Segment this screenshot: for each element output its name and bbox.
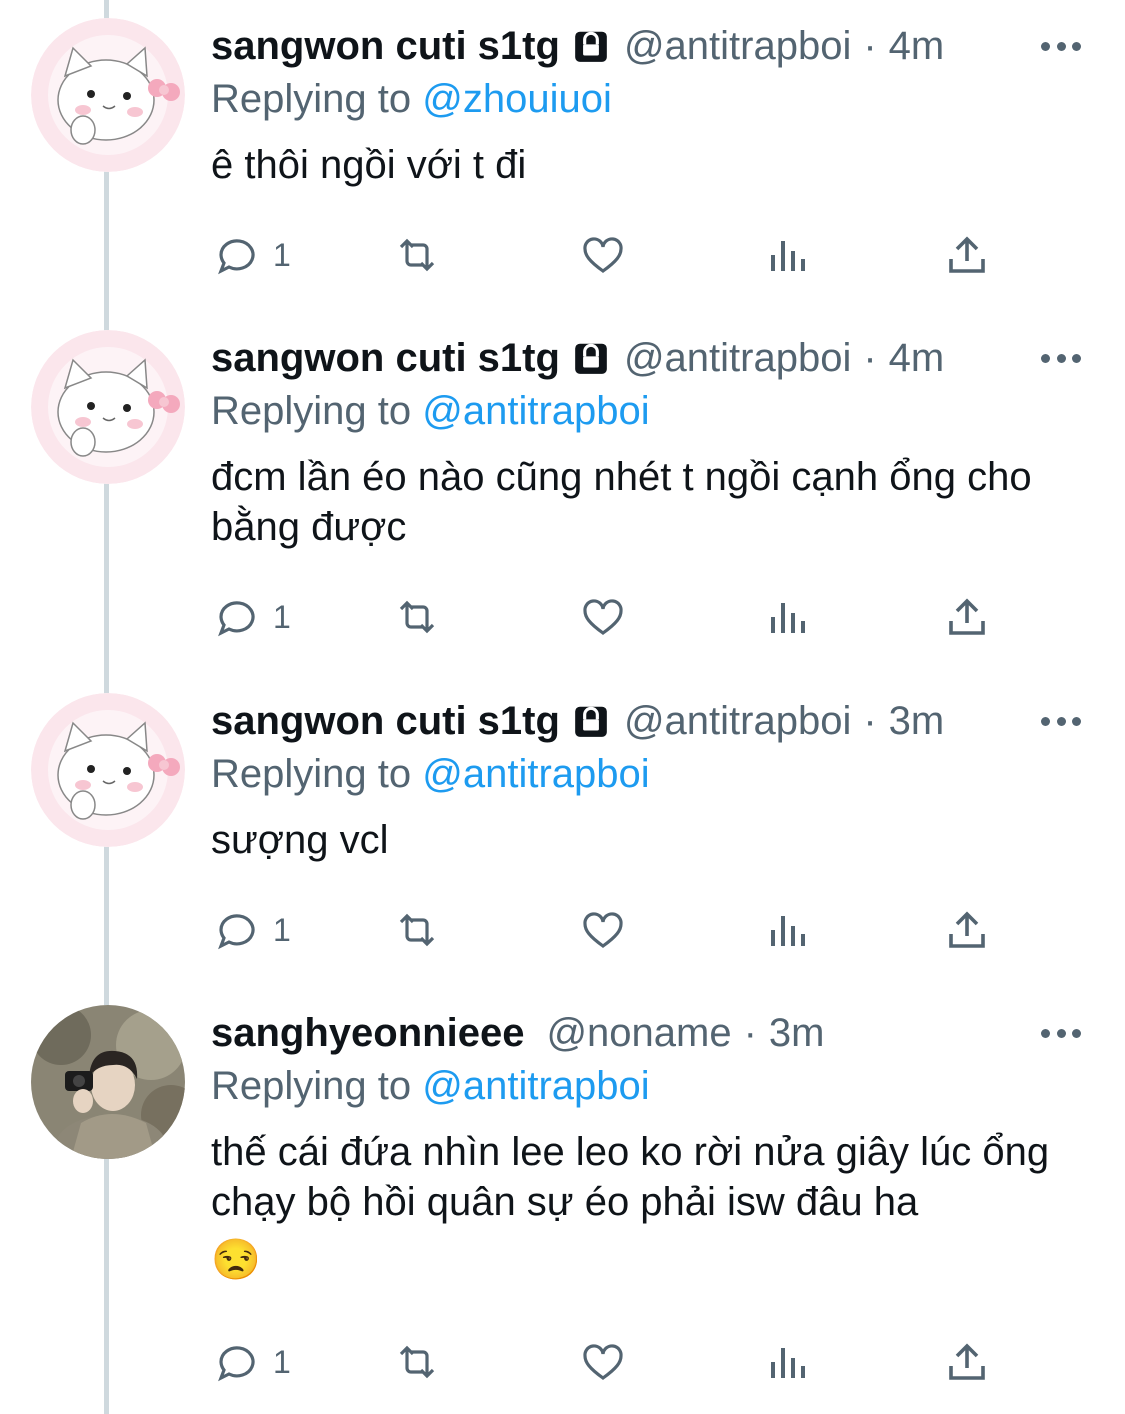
retweet-icon bbox=[399, 600, 435, 634]
lock-icon bbox=[575, 343, 607, 374]
share-icon bbox=[949, 1343, 985, 1380]
reply-count: 1 bbox=[273, 911, 291, 948]
like-icon bbox=[583, 237, 623, 273]
like-icon bbox=[583, 599, 623, 635]
replying-to: Replying to @antitrapboi bbox=[211, 1061, 1085, 1111]
reply-icon bbox=[218, 1346, 255, 1382]
avatar[interactable] bbox=[31, 1005, 185, 1159]
display-name[interactable]: sangwon cuti s1tg bbox=[211, 699, 560, 744]
retweet-icon bbox=[399, 238, 435, 272]
timestamp[interactable]: 3m bbox=[889, 699, 945, 744]
avatar[interactable] bbox=[31, 18, 185, 172]
tweet-actions: 1 bbox=[213, 230, 1003, 280]
retweet-icon bbox=[399, 913, 435, 947]
more-icon[interactable] bbox=[1041, 703, 1081, 739]
views-button[interactable] bbox=[763, 1337, 811, 1387]
reply-button[interactable]: 1 bbox=[213, 230, 291, 280]
more-icon[interactable] bbox=[1041, 340, 1081, 376]
avatar[interactable] bbox=[31, 330, 185, 484]
views-button[interactable] bbox=[763, 592, 811, 642]
timestamp[interactable]: 3m bbox=[769, 1011, 825, 1056]
reply-icon bbox=[218, 601, 255, 637]
separator-dot: · bbox=[863, 335, 877, 380]
separator-dot: · bbox=[743, 1010, 757, 1055]
tweet-text: ê thôi ngồi với t đi bbox=[211, 143, 527, 187]
more-icon[interactable] bbox=[1041, 28, 1081, 64]
views-button[interactable] bbox=[763, 230, 811, 280]
reply-count: 1 bbox=[273, 1343, 291, 1380]
views-icon bbox=[771, 1348, 805, 1378]
reply-icon bbox=[218, 239, 255, 275]
replying-to-label: Replying to bbox=[211, 1064, 412, 1108]
replying-to: Replying to @zhouiuoi bbox=[211, 74, 1085, 124]
user-handle[interactable]: @antitrapboi bbox=[624, 24, 851, 69]
timestamp[interactable]: 4m bbox=[889, 24, 945, 69]
tweet-text: sượng vcl bbox=[211, 818, 389, 862]
tweet-actions: 1 bbox=[213, 1337, 1003, 1387]
retweet-button[interactable] bbox=[393, 230, 441, 280]
reply-button[interactable]: 1 bbox=[213, 1337, 291, 1387]
mention-link[interactable]: @antitrapboi bbox=[422, 389, 649, 433]
lock-icon bbox=[575, 706, 607, 737]
retweet-button[interactable] bbox=[393, 905, 441, 955]
share-button[interactable] bbox=[943, 592, 991, 642]
more-icon[interactable] bbox=[1041, 1015, 1081, 1051]
tweet-actions: 1 bbox=[213, 905, 1003, 955]
emoji: 😒 bbox=[211, 1238, 261, 1282]
display-name[interactable]: sanghyeonnieee bbox=[211, 1011, 524, 1056]
share-button[interactable] bbox=[943, 230, 991, 280]
lock-icon bbox=[575, 31, 607, 62]
reply-button[interactable]: 1 bbox=[213, 592, 291, 642]
retweet-icon bbox=[399, 1345, 435, 1379]
like-button[interactable] bbox=[579, 592, 627, 642]
replying-to-label: Replying to bbox=[211, 752, 412, 796]
like-button[interactable] bbox=[579, 230, 627, 280]
like-icon bbox=[583, 912, 623, 948]
views-icon bbox=[771, 916, 805, 946]
avatar[interactable] bbox=[31, 693, 185, 847]
share-icon bbox=[949, 598, 985, 635]
tweet-text: thế cái đứa nhìn lee leo ko rời nửa giây… bbox=[211, 1130, 1050, 1224]
display-name[interactable]: sangwon cuti s1tg bbox=[211, 336, 560, 381]
retweet-button[interactable] bbox=[393, 592, 441, 642]
like-icon bbox=[583, 1344, 623, 1380]
mention-link[interactable]: @antitrapboi bbox=[422, 752, 649, 796]
user-handle[interactable]: @noname bbox=[546, 1011, 731, 1056]
share-icon bbox=[949, 911, 985, 948]
views-icon bbox=[771, 603, 805, 633]
mention-link[interactable]: @zhouiuoi bbox=[422, 77, 612, 121]
mention-link[interactable]: @antitrapboi bbox=[422, 1064, 649, 1108]
separator-dot: · bbox=[863, 23, 877, 68]
replying-to: Replying to @antitrapboi bbox=[211, 749, 1085, 799]
user-handle[interactable]: @antitrapboi bbox=[624, 699, 851, 744]
display-name[interactable]: sangwon cuti s1tg bbox=[211, 24, 560, 69]
retweet-button[interactable] bbox=[393, 1337, 441, 1387]
timestamp[interactable]: 4m bbox=[889, 336, 945, 381]
replying-to: Replying to @antitrapboi bbox=[211, 386, 1085, 436]
reply-count: 1 bbox=[273, 236, 291, 273]
reply-button[interactable]: 1 bbox=[213, 905, 291, 955]
like-button[interactable] bbox=[579, 905, 627, 955]
tweet-text: đcm lần éo nào cũng nhét t ngồi cạnh ổng… bbox=[211, 455, 1032, 549]
views-button[interactable] bbox=[763, 905, 811, 955]
like-button[interactable] bbox=[579, 1337, 627, 1387]
separator-dot: · bbox=[863, 698, 877, 743]
share-button[interactable] bbox=[943, 905, 991, 955]
replying-to-label: Replying to bbox=[211, 389, 412, 433]
views-icon bbox=[771, 241, 805, 271]
tweet-actions: 1 bbox=[213, 592, 1003, 642]
share-button[interactable] bbox=[943, 1337, 991, 1387]
reply-icon bbox=[218, 914, 255, 950]
reply-count: 1 bbox=[273, 598, 291, 635]
replying-to-label: Replying to bbox=[211, 77, 412, 121]
user-handle[interactable]: @antitrapboi bbox=[624, 336, 851, 381]
share-icon bbox=[949, 236, 985, 273]
